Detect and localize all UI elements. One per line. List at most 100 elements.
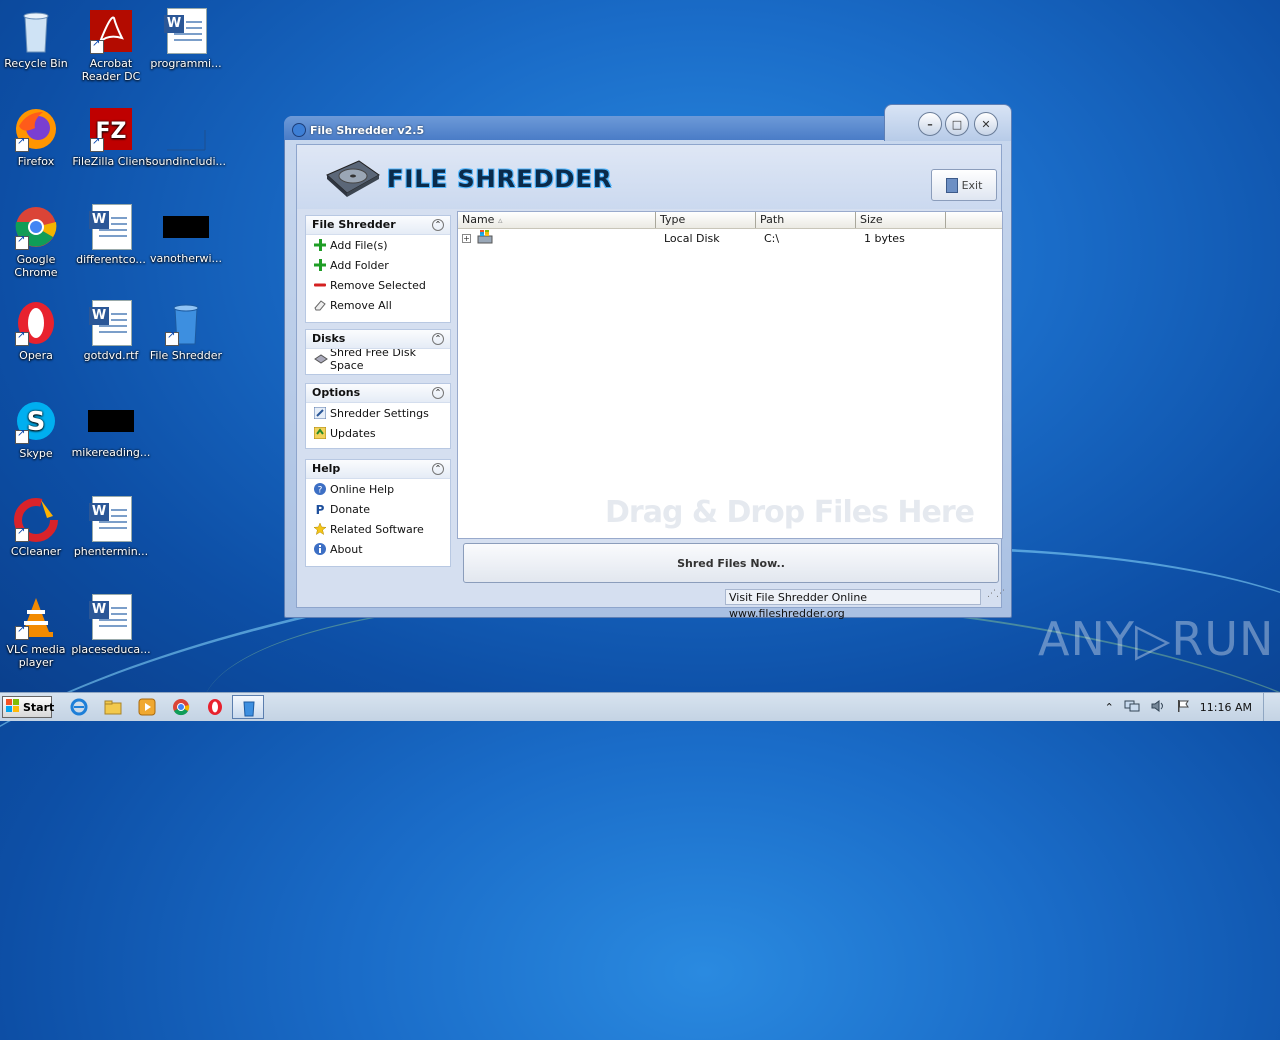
resize-grip-icon[interactable]: ⋰⋰ (987, 589, 1005, 605)
shredder-settings-link[interactable]: Shredder Settings (306, 403, 450, 423)
collapse-chevron-icon[interactable]: ⌃ (432, 463, 444, 475)
panel-title: Help (312, 462, 341, 475)
internet-explorer-icon[interactable] (70, 698, 88, 716)
system-tray: ⌃ 11:16 AM (1105, 693, 1280, 721)
minimize-button[interactable]: – (918, 112, 942, 136)
panel-title: Disks (312, 332, 346, 345)
desktop-icon-vanotherwi[interactable]: vanotherwi... (146, 204, 226, 265)
start-label: Start (23, 700, 55, 714)
desktop-icon-vlc[interactable]: VLC media player (0, 594, 76, 669)
file-shredder-window: File Shredder v2.5 – □ ✕ FILE SHREDDER E… (284, 104, 1012, 620)
plus-icon (314, 239, 326, 251)
file-shredder-taskbar-button[interactable] (232, 695, 264, 719)
opera-taskbar-icon[interactable] (206, 698, 224, 716)
donate-link[interactable]: P Donate (306, 499, 450, 519)
taskbar: Start ⌃ 11:16 AM (0, 692, 1280, 721)
desktop-icon-ccleaner[interactable]: CCleaner (0, 496, 76, 558)
exit-button[interactable]: Exit (931, 169, 997, 201)
desktop-icon-differentco[interactable]: differentco... (71, 204, 151, 266)
panel-disks: Disks ⌃ Shred Free Disk Space (305, 329, 451, 375)
chrome-icon (13, 204, 59, 250)
desktop-icon-acrobat[interactable]: Acrobat Reader DC (71, 8, 151, 83)
collapse-chevron-icon[interactable]: ⌃ (432, 387, 444, 399)
network-icon[interactable] (1124, 699, 1140, 716)
desktop-icon-opera[interactable]: Opera (0, 300, 76, 362)
shortcut-arrow-icon (90, 136, 104, 152)
speaker-icon[interactable] (1150, 699, 1166, 716)
cell-name: + (458, 229, 656, 247)
app-header: FILE SHREDDER Exit (297, 145, 1001, 209)
online-help-link[interactable]: ? Online Help (306, 479, 450, 499)
desktop-icon-gotdvd[interactable]: gotdvd.rtf (71, 300, 151, 362)
action-center-flag-icon[interactable] (1176, 699, 1190, 716)
show-desktop-button[interactable] (1263, 693, 1280, 721)
panel-header[interactable]: Disks ⌃ (306, 330, 450, 349)
shred-free-disk-space-link[interactable]: Shred Free Disk Space (306, 346, 450, 372)
collapse-chevron-icon[interactable]: ⌃ (432, 219, 444, 231)
related-software-label: Related Software (330, 522, 424, 536)
file-shredder-bin-icon (163, 300, 209, 346)
shortcut-arrow-icon (15, 428, 29, 444)
shortcut-arrow-icon (15, 136, 29, 152)
clock[interactable]: 11:16 AM (1200, 701, 1252, 714)
website-link[interactable]: Visit File Shredder Online www.fileshred… (725, 589, 981, 620)
desktop-icon-file-shredder[interactable]: File Shredder (146, 300, 226, 362)
column-header-size[interactable]: Size (856, 212, 946, 228)
panel-header[interactable]: Options ⌃ (306, 384, 450, 403)
remove-all-link[interactable]: Remove All (306, 295, 450, 315)
desktop-icon-filezilla[interactable]: FZ FileZilla Client (71, 106, 151, 168)
updates-link[interactable]: Updates (306, 423, 450, 443)
desktop-icon-label: FileZilla Client (72, 155, 150, 168)
column-header-name[interactable]: Name ▵ (458, 212, 656, 228)
info-icon (314, 543, 326, 555)
desktop-icon-label: mikereading... (71, 446, 151, 459)
shred-free-disk-space-label: Shred Free Disk Space (330, 346, 416, 372)
related-software-link[interactable]: Related Software (306, 519, 450, 539)
show-hidden-icons-chevron-icon[interactable]: ⌃ (1105, 701, 1114, 714)
start-button[interactable]: Start (2, 696, 55, 718)
panel-help: Help ⌃ ? Online Help P Donate Related So… (305, 459, 451, 567)
add-files-link[interactable]: Add File(s) (306, 235, 450, 255)
word-document-icon (88, 594, 134, 640)
about-link[interactable]: About (306, 539, 450, 559)
desktop-icon-label: Opera (19, 349, 53, 362)
table-row[interactable]: + Local Disk C:\ 1 bytes (458, 229, 1002, 247)
ccleaner-icon (13, 496, 59, 542)
panel-options: Options ⌃ Shredder Settings Updates (305, 383, 451, 449)
blank-file-icon (163, 106, 209, 152)
desktop-icon-firefox[interactable]: Firefox (0, 106, 76, 168)
desktop-icon-label: phentermin... (73, 545, 149, 558)
expand-plus-icon[interactable]: + (462, 233, 471, 243)
cell-size: 1 bytes (864, 231, 905, 245)
online-help-label: Online Help (330, 482, 395, 496)
media-player-icon[interactable] (138, 698, 156, 716)
desktop-icon-soundincludi[interactable]: soundincludi... (146, 106, 226, 168)
exit-button-label: Exit (961, 178, 983, 192)
shred-files-button[interactable]: Shred Files Now.. (463, 543, 999, 583)
desktop-icon-programmi[interactable]: programmi... (146, 8, 226, 70)
panel-header[interactable]: File Shredder ⌃ (306, 216, 450, 235)
collapse-chevron-icon[interactable]: ⌃ (432, 333, 444, 345)
file-list[interactable]: Name ▵ Type Path Size + Local Disk C:\ 1… (457, 211, 1003, 539)
maximize-button[interactable]: □ (945, 112, 969, 136)
desktop-icon-label: File Shredder (149, 349, 223, 362)
desktop-icon-recycle-bin[interactable]: Recycle Bin (0, 8, 76, 70)
desktop-icon-mikereading[interactable]: mikereading... (71, 398, 151, 459)
desktop-icon-google-chrome[interactable]: Google Chrome (0, 204, 76, 279)
desktop-icon-label: Google Chrome (14, 253, 58, 279)
shortcut-arrow-icon (15, 330, 29, 346)
add-folder-link[interactable]: Add Folder (306, 255, 450, 275)
file-explorer-icon[interactable] (104, 698, 122, 716)
column-header-path[interactable]: Path (756, 212, 856, 228)
chrome-taskbar-icon[interactable] (172, 698, 190, 716)
vlc-cone-icon (13, 594, 59, 640)
desktop-icon-placeseduca[interactable]: placeseduca... (71, 594, 151, 656)
close-button[interactable]: ✕ (974, 112, 998, 136)
column-header-type[interactable]: Type (656, 212, 756, 228)
panel-header[interactable]: Help ⌃ (306, 460, 450, 479)
desktop-icon-phentermin[interactable]: phentermin... (71, 496, 151, 558)
remove-selected-link[interactable]: Remove Selected (306, 275, 450, 295)
desktop-icon-skype[interactable]: S Skype (0, 398, 76, 460)
desktop-icon-label: Acrobat Reader DC (81, 57, 141, 83)
svg-text:S: S (27, 407, 46, 437)
